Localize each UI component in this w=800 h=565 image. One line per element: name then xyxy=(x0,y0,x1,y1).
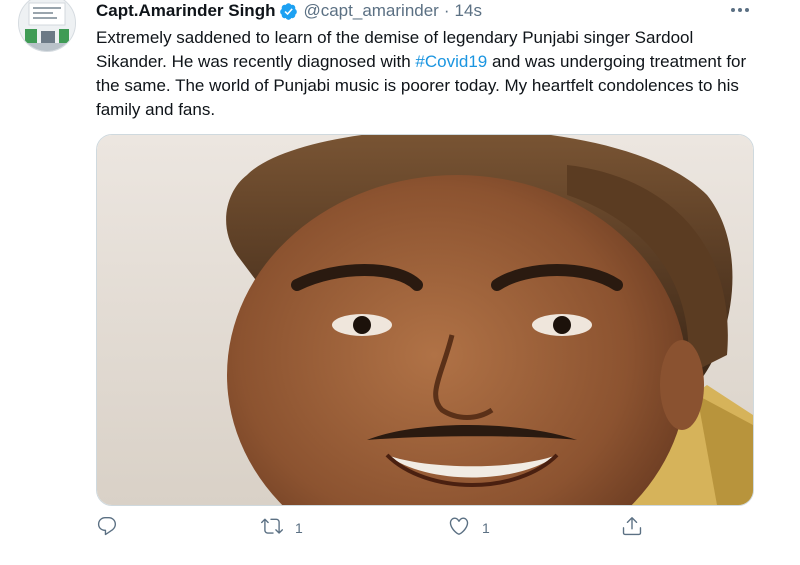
tweet-timestamp[interactable]: 14s xyxy=(455,1,482,21)
verified-badge-icon xyxy=(279,2,298,21)
hashtag-link[interactable]: #Covid19 xyxy=(415,52,487,71)
author-avatar[interactable] xyxy=(18,0,76,52)
author-name[interactable]: Capt.Amarinder Singh xyxy=(96,1,275,21)
more-options-icon[interactable] xyxy=(728,0,752,20)
tweet-text: Extremely saddened to learn of the demis… xyxy=(96,26,756,122)
retweet-button[interactable]: 1 xyxy=(261,514,303,542)
tweet-header: Capt.Amarinder Singh @capt_amarinder · 1… xyxy=(96,0,482,22)
retweet-count: 1 xyxy=(295,520,303,536)
tweet-photo[interactable] xyxy=(96,134,754,506)
like-icon xyxy=(448,515,470,542)
tweet-card[interactable]: Capt.Amarinder Singh @capt_amarinder · 1… xyxy=(0,0,800,565)
like-button[interactable]: 1 xyxy=(448,514,490,542)
tweet-actions-bar: 1 1 xyxy=(96,514,656,542)
share-button[interactable] xyxy=(621,514,643,542)
reply-icon xyxy=(96,515,118,542)
like-count: 1 xyxy=(482,520,490,536)
reply-button[interactable] xyxy=(96,514,130,542)
retweet-icon xyxy=(261,515,283,542)
separator-dot: · xyxy=(443,1,450,20)
author-handle[interactable]: @capt_amarinder xyxy=(303,1,438,21)
singer-portrait-image xyxy=(97,135,753,505)
share-icon xyxy=(621,515,643,542)
